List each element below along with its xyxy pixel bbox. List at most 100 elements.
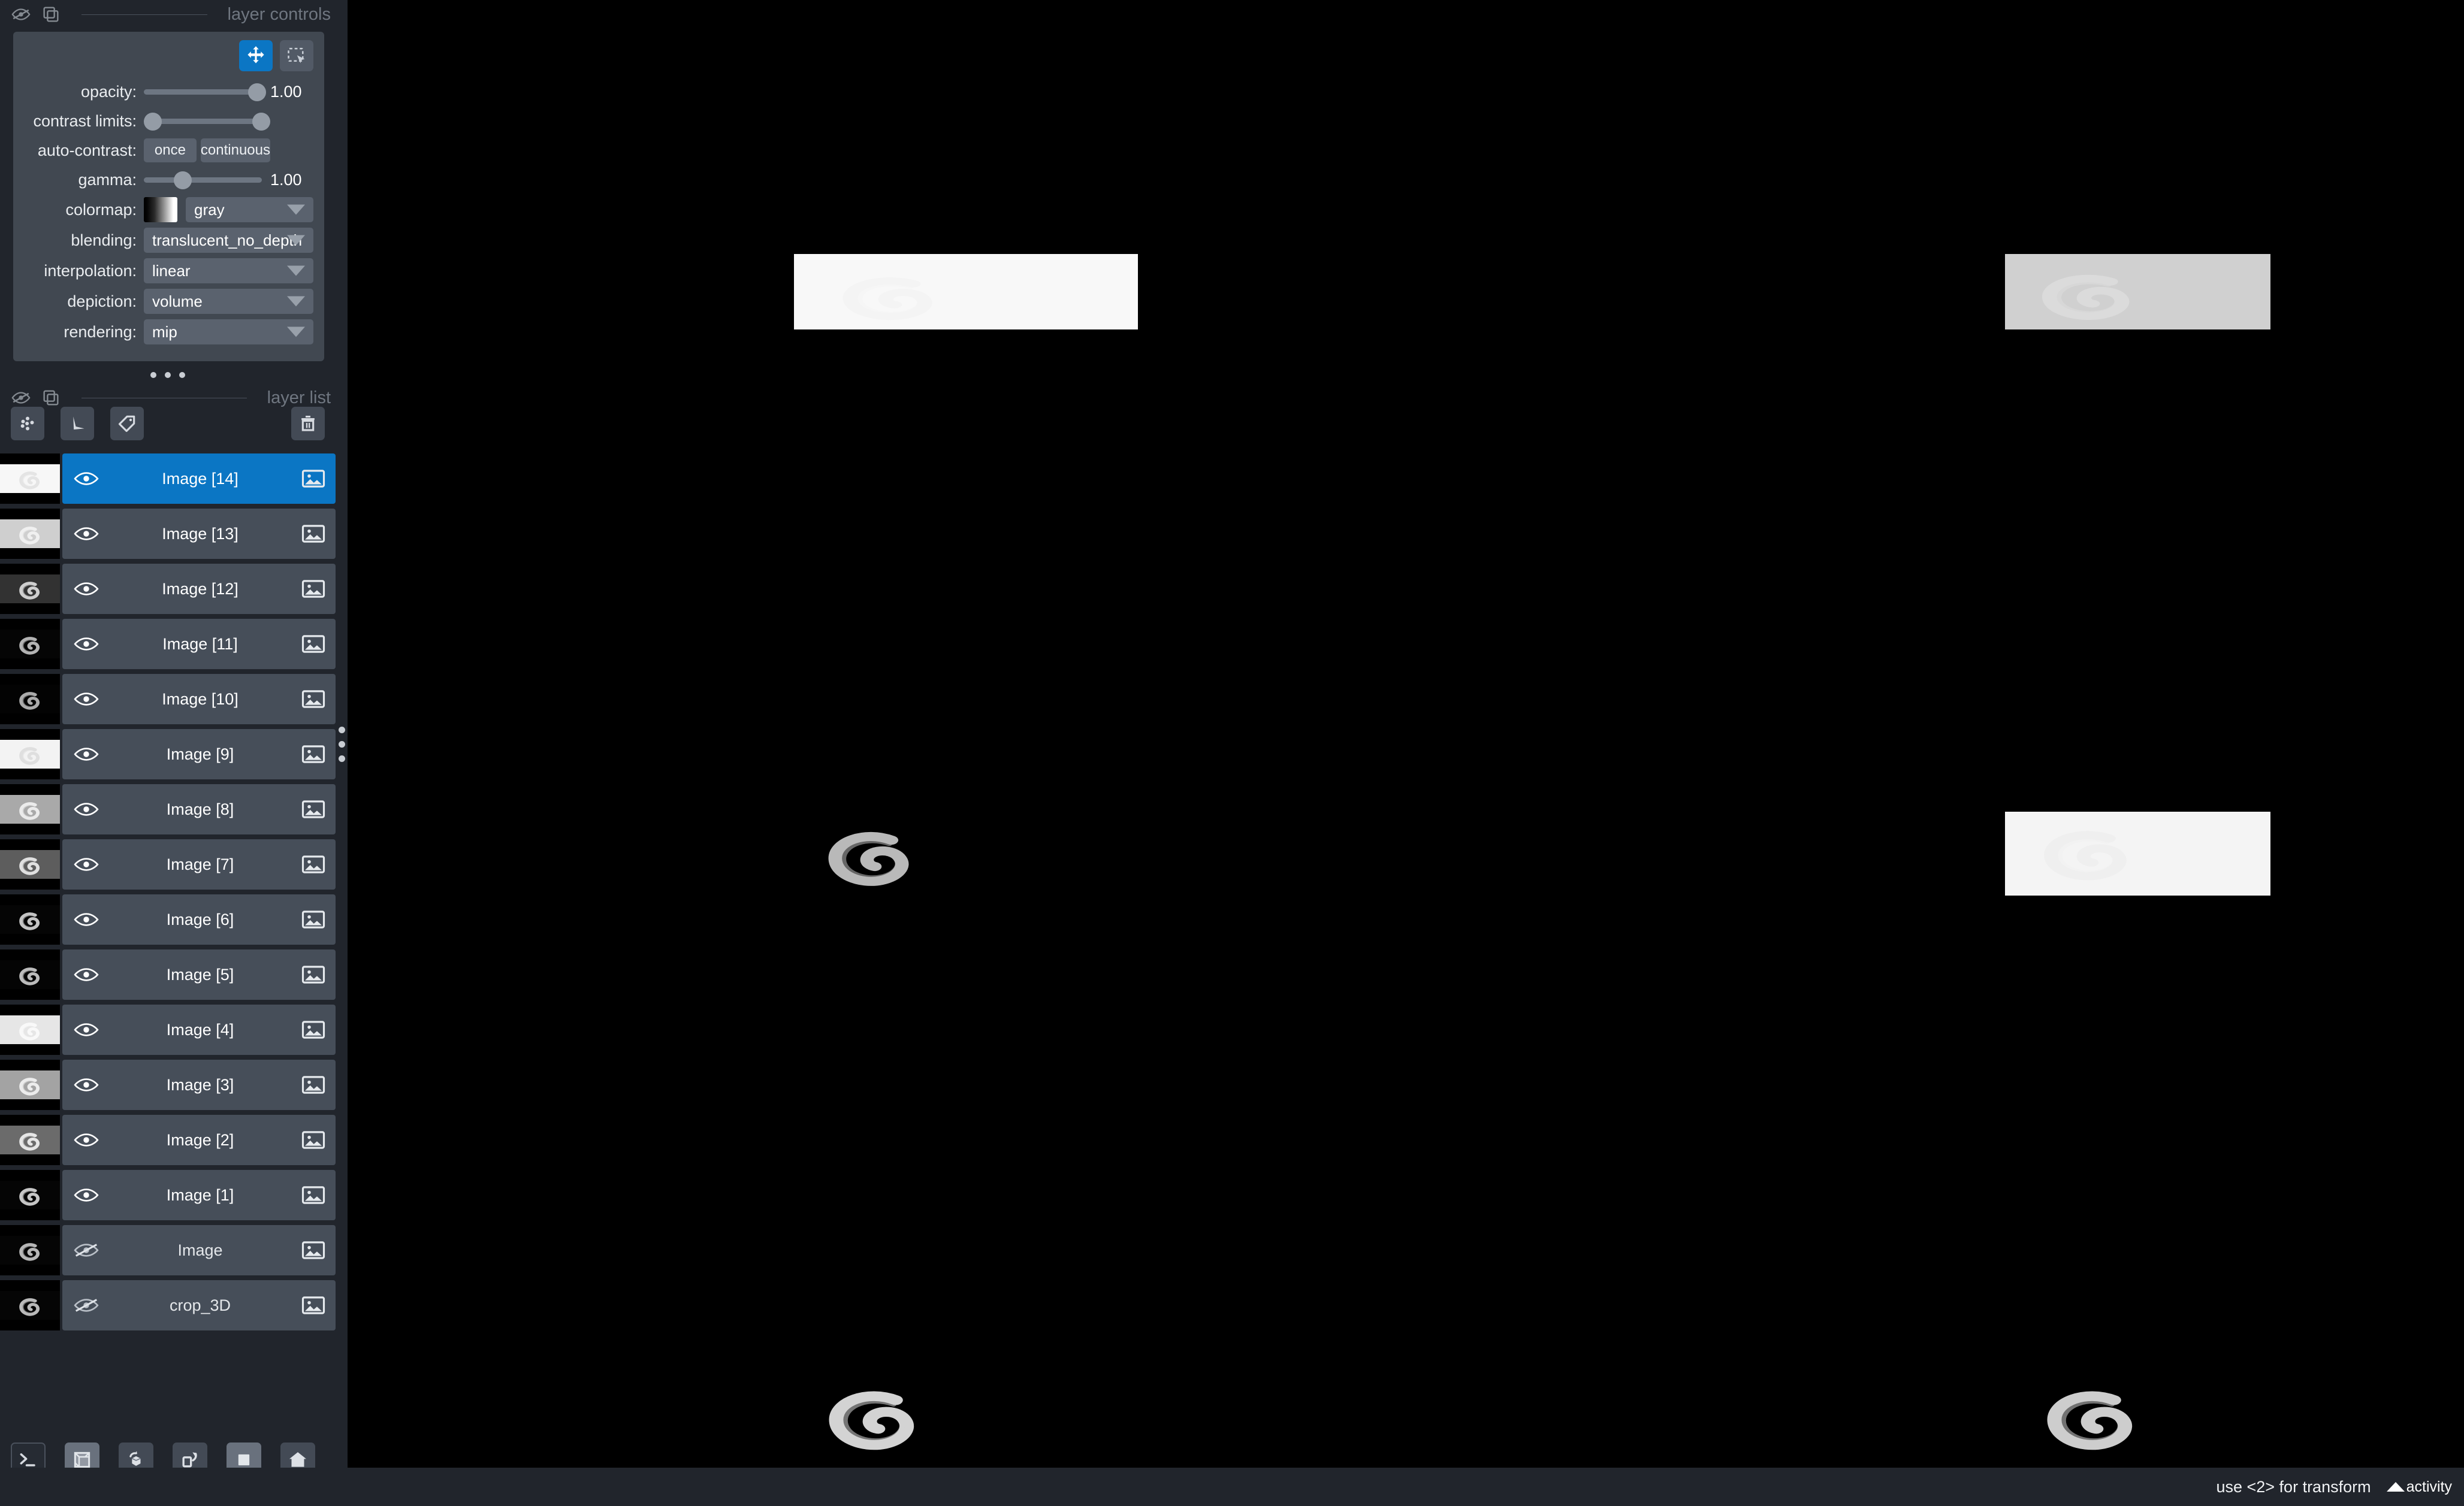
delete-layer-button[interactable] (291, 407, 325, 440)
layer-row-image-11[interactable]: Image [11] (0, 619, 336, 669)
tile-cochlea-volume (819, 821, 923, 893)
layer-row-body[interactable]: Image [13] (62, 509, 336, 559)
layer-row-body[interactable]: Image [2] (62, 1115, 336, 1165)
contrast-limits-slider[interactable] (144, 109, 270, 133)
visibility-eye-icon[interactable] (73, 690, 99, 709)
visibility-eye-icon[interactable] (73, 1020, 99, 1039)
copy-layers-icon[interactable] (41, 4, 61, 25)
new-points-layer-button[interactable] (11, 407, 44, 440)
gamma-slider[interactable] (144, 168, 262, 192)
tile-cochlea-volume (2031, 265, 2145, 326)
eye-slash-icon[interactable] (11, 4, 31, 25)
contrast-limits-low-knob[interactable] (144, 113, 162, 131)
image-layer-type-icon (301, 855, 325, 873)
image-layer-type-icon (301, 580, 325, 598)
layer-name-label: Image [12] (162, 579, 238, 598)
tile-cochlea-volume (2037, 1379, 2147, 1457)
pan-zoom-mode-button[interactable] (239, 40, 273, 71)
depiction-combobox[interactable]: volume (144, 289, 313, 314)
rendering-combobox[interactable]: mip (144, 319, 313, 344)
opacity-slider[interactable] (144, 80, 267, 104)
layer-name-label: Image [9] (166, 745, 234, 763)
layer-row-image-12[interactable]: Image [12] (0, 564, 336, 614)
contrast-limits-high-knob[interactable] (252, 113, 270, 131)
image-layer-type-icon (301, 1021, 325, 1039)
visibility-eye-icon[interactable] (73, 800, 99, 819)
colormap-combobox[interactable]: gray (186, 197, 313, 222)
contrast-limits-label: contrast limits: (33, 111, 137, 130)
image-layer-type-icon (301, 1186, 325, 1204)
layer-row-body[interactable]: Image [14] (62, 453, 336, 504)
layer-thumbnail (0, 729, 60, 779)
layer-row-image-14[interactable]: Image [14] (0, 453, 336, 504)
new-labels-layer-button[interactable] (110, 407, 144, 440)
opacity-slider-knob[interactable] (248, 83, 267, 101)
layer-row-image[interactable]: Image (0, 1225, 336, 1275)
auto-contrast-continuous-button[interactable]: continuous (200, 138, 270, 162)
colormap-value: gray (194, 200, 225, 219)
colormap-label: colormap: (65, 200, 137, 219)
gamma-slider-knob[interactable] (174, 171, 192, 189)
layer-row-body[interactable]: Image (62, 1225, 336, 1275)
auto-contrast-once-button[interactable]: once (144, 138, 197, 162)
layer-row-image-8[interactable]: Image [8] (0, 784, 336, 834)
layer-row-body[interactable]: Image [6] (62, 894, 336, 945)
visibility-eye-slash-icon[interactable] (73, 1241, 99, 1260)
visibility-eye-icon[interactable] (73, 965, 99, 984)
blending-field: translucent_no_depth (144, 228, 313, 253)
layer-row-crop_3d[interactable]: crop_3D (0, 1280, 336, 1330)
visibility-eye-icon[interactable] (73, 469, 99, 488)
layer-row-body[interactable]: Image [9] (62, 729, 336, 779)
layer-row-image-3[interactable]: Image [3] (0, 1060, 336, 1110)
visibility-eye-icon[interactable] (73, 579, 99, 598)
blending-combobox[interactable]: translucent_no_depth (144, 228, 313, 253)
visibility-eye-icon[interactable] (73, 745, 99, 764)
colormap-gradient-swatch (144, 197, 177, 222)
splitter-grip[interactable] (336, 722, 348, 766)
visibility-eye-icon[interactable] (73, 1075, 99, 1094)
layer-row-image-13[interactable]: Image [13] (0, 509, 336, 559)
visibility-eye-slash-icon[interactable] (73, 1296, 99, 1315)
interpolation-combobox[interactable]: linear (144, 258, 313, 283)
visibility-eye-icon[interactable] (73, 855, 99, 874)
visibility-eye-icon[interactable] (73, 634, 99, 654)
layer-row-image-7[interactable]: Image [7] (0, 839, 336, 890)
layer-row-body[interactable]: Image [1] (62, 1170, 336, 1220)
activity-button[interactable]: activity (2386, 1478, 2452, 1496)
layer-row-body[interactable]: Image [8] (62, 784, 336, 834)
layer-thumbnail (0, 1060, 60, 1110)
layer-row-body[interactable]: Image [7] (62, 839, 336, 890)
layer-row-body[interactable]: Image [11] (62, 619, 336, 669)
layer-row-image-5[interactable]: Image [5] (0, 949, 336, 1000)
layer-row-body[interactable]: Image [5] (62, 949, 336, 1000)
layer-row-image-10[interactable]: Image [10] (0, 674, 336, 724)
dock-splitter[interactable] (336, 0, 348, 1506)
layer-thumbnail (0, 564, 60, 614)
transform-mode-button[interactable] (280, 40, 313, 71)
layer-controls-title: layer controls (227, 4, 331, 24)
labels-tag-icon (118, 415, 135, 433)
new-shapes-layer-button[interactable] (61, 407, 94, 440)
layer-row-body[interactable]: Image [4] (62, 1005, 336, 1055)
layer-row-image-4[interactable]: Image [4] (0, 1005, 336, 1055)
visibility-eye-icon[interactable] (73, 1130, 99, 1150)
layer-row-image-6[interactable]: Image [6] (0, 894, 336, 945)
viewer-canvas[interactable] (348, 0, 2464, 1468)
panel-resize-handle[interactable] (0, 365, 336, 385)
visibility-eye-icon[interactable] (73, 524, 99, 543)
image-layer-type-icon (301, 470, 325, 488)
layer-row-body[interactable]: Image [10] (62, 674, 336, 724)
layer-row-image-1[interactable]: Image [1] (0, 1170, 336, 1220)
layer-thumbnail (0, 1170, 60, 1220)
visibility-eye-icon[interactable] (73, 1186, 99, 1205)
contrast-limits-field (144, 109, 313, 133)
layer-row-body[interactable]: Image [12] (62, 564, 336, 614)
layer-name-label: Image [6] (166, 910, 234, 929)
depiction-field: volume (144, 289, 313, 314)
layer-row-image-9[interactable]: Image [9] (0, 729, 336, 779)
layer-row-image-2[interactable]: Image [2] (0, 1115, 336, 1165)
layer-row-body[interactable]: crop_3D (62, 1280, 336, 1330)
layer-row-body[interactable]: Image [3] (62, 1060, 336, 1110)
visibility-eye-icon[interactable] (73, 910, 99, 929)
canvas-tile-4 (790, 815, 1056, 905)
